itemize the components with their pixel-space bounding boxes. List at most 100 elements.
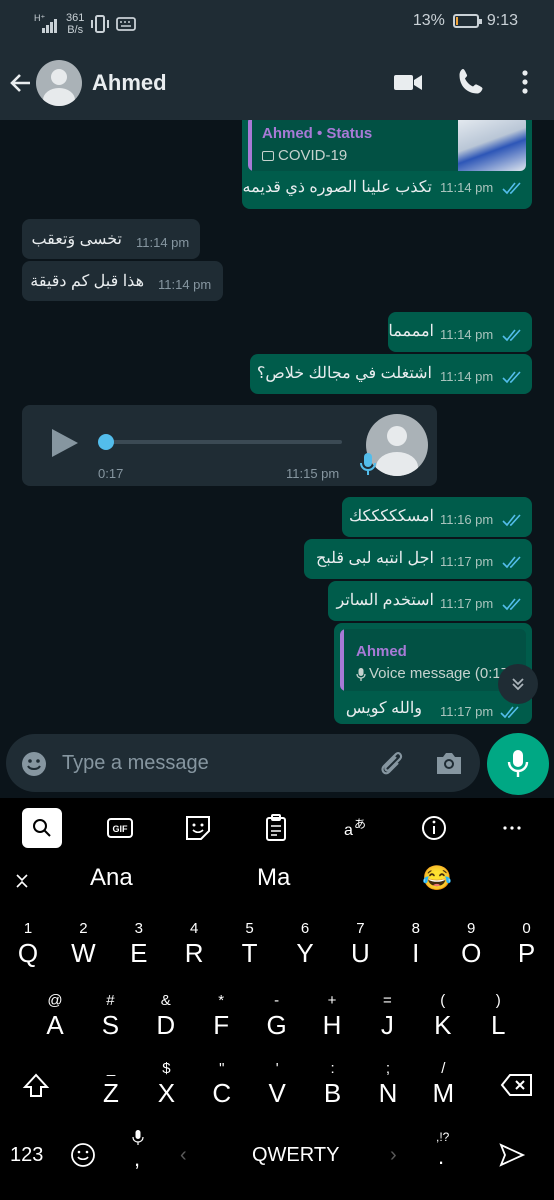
key-i[interactable]: 8I	[389, 920, 443, 980]
search-icon	[33, 819, 51, 837]
period-key[interactable]: .	[438, 1144, 444, 1170]
key-g[interactable]: -G	[250, 992, 304, 1052]
emoji-key-icon[interactable]	[70, 1142, 96, 1168]
quoted-status[interactable]: Ahmed • Status COVID-19	[248, 120, 526, 171]
message-bubble[interactable]: اجل انتبه لبى قلبح 11:17 pm	[304, 539, 532, 579]
key-r[interactable]: 4R	[167, 920, 221, 980]
message-bubble[interactable]: امسكككككك 11:16 pm	[342, 497, 532, 537]
collapse-suggestions-icon[interactable]	[14, 872, 32, 890]
quote-text: COVID-19	[278, 147, 348, 164]
more-icon[interactable]	[492, 808, 532, 848]
key-e[interactable]: 3E	[112, 920, 166, 980]
key-w[interactable]: 2W	[56, 920, 110, 980]
key-secondary-label: -	[274, 992, 280, 1009]
send-icon[interactable]	[498, 1142, 526, 1168]
video-call-icon[interactable]	[392, 66, 424, 98]
message-bubble[interactable]: هذا قبل كم دقيقة 11:14 pm	[22, 261, 223, 301]
scroll-to-bottom-button[interactable]	[498, 664, 538, 704]
voice-call-icon[interactable]	[455, 66, 487, 98]
key-secondary-label: =	[383, 992, 392, 1009]
key-f[interactable]: * F	[194, 992, 248, 1052]
shift-icon[interactable]	[20, 1070, 52, 1102]
voice-input-icon[interactable]	[132, 1130, 144, 1146]
key-l[interactable]: ) L	[471, 992, 525, 1052]
key-n[interactable]: ; N	[361, 1060, 415, 1120]
key-s[interactable]: # S	[83, 992, 137, 1052]
message-bubble[interactable]: تخسى وَتعقب 11:14 pm	[22, 219, 200, 259]
suggestion-2[interactable]: Ma	[257, 864, 290, 892]
message-text: امسكككككك	[349, 508, 434, 525]
key-secondary-label: +	[327, 992, 337, 1009]
more-options-icon[interactable]	[509, 66, 541, 98]
quote-author: Ahmed	[356, 643, 407, 660]
key-j[interactable]: = J	[360, 992, 414, 1052]
message-bubble[interactable]: اشتغلت في مجالك خلاص؟ 11:14 pm	[250, 354, 532, 394]
contact-name[interactable]: Ahmed	[92, 70, 167, 96]
key-q[interactable]: 1Q	[1, 920, 55, 980]
key-secondary-label: _	[106, 1060, 116, 1077]
key-h[interactable]: + H	[305, 992, 359, 1052]
back-arrow-icon[interactable]	[8, 70, 34, 96]
emoji-icon[interactable]	[20, 750, 48, 778]
quote-author: Ahmed • Status	[262, 125, 373, 142]
suggestion-1[interactable]: Ana	[90, 864, 133, 892]
message-bubble[interactable]: Ahmed • Status COVID-19 تكذب علينا الصور…	[242, 120, 532, 209]
key-primary-label: P	[517, 938, 536, 968]
key-k[interactable]: (K	[416, 992, 470, 1052]
suggestion-emoji[interactable]: 😂	[422, 864, 452, 893]
key-c[interactable]: " C	[195, 1060, 249, 1120]
key-primary-label: E	[130, 938, 148, 968]
double-chevron-down-icon	[512, 678, 524, 691]
backspace-icon[interactable]	[500, 1072, 534, 1098]
message-time: 11:14 pm	[440, 327, 494, 342]
svg-text:a: a	[344, 822, 353, 839]
sticker-icon[interactable]	[178, 808, 218, 848]
comma-key[interactable]: ,	[134, 1146, 140, 1172]
key-o[interactable]: 9O	[444, 920, 498, 980]
voice-progress-handle[interactable]	[98, 434, 114, 450]
chat-area[interactable]: Ahmed • Status COVID-19 تكذب علينا الصور…	[0, 120, 554, 728]
keyboard: GIF aあ Ana Ma 😂 1Q2W3E4R5T6Y7U8I9O0P @ A #…	[0, 798, 554, 1200]
numbers-key[interactable]: 123	[10, 1144, 43, 1167]
attach-icon[interactable]	[376, 748, 406, 778]
key-x[interactable]: $ X	[139, 1060, 193, 1120]
key-y[interactable]: 6Y	[278, 920, 332, 980]
key-v[interactable]: ' V	[250, 1060, 304, 1120]
key-b[interactable]: :B	[306, 1060, 360, 1120]
key-m[interactable]: / M	[416, 1060, 470, 1120]
key-primary-label: C	[212, 1078, 232, 1108]
voice-record-button[interactable]	[487, 733, 549, 795]
key-secondary-label: ;	[385, 1060, 391, 1077]
message-text: استخدم الساتر	[336, 592, 434, 609]
key-a[interactable]: @ A	[28, 992, 82, 1052]
kb-search-button[interactable]	[22, 808, 62, 848]
cursor-left-icon[interactable]: ‹	[180, 1144, 187, 1167]
message-time: 11:16 pm	[440, 512, 494, 527]
voice-message-bubble[interactable]: 0:17 11:15 pm	[22, 405, 437, 486]
voice-progress-track[interactable]	[102, 440, 342, 444]
cursor-right-icon[interactable]: ›	[390, 1144, 397, 1167]
play-icon[interactable]	[52, 429, 78, 457]
key-p[interactable]: 0P	[500, 920, 554, 980]
avatar[interactable]	[36, 60, 82, 106]
clipboard-icon[interactable]	[256, 808, 296, 848]
gif-icon[interactable]: GIF	[100, 808, 140, 848]
key-u[interactable]: 7U	[333, 920, 387, 980]
message-bubble[interactable]: استخدم الساتر 11:17 pm	[328, 581, 532, 621]
key-primary-label: W	[71, 938, 96, 968]
translate-icon[interactable]: aあ	[334, 808, 374, 848]
mic-icon	[507, 750, 529, 777]
key-z[interactable]: _ Z	[84, 1060, 138, 1120]
key-t[interactable]: 5T	[223, 920, 277, 980]
battery-percent: 13%	[412, 12, 445, 29]
message-input[interactable]	[62, 748, 362, 778]
key-secondary-label: 9	[467, 920, 476, 937]
key-primary-label: T	[241, 938, 258, 968]
info-icon[interactable]	[414, 808, 454, 848]
camera-icon[interactable]	[434, 749, 464, 777]
key-d[interactable]: & D	[139, 992, 193, 1052]
voice-duration: 0:17	[98, 466, 124, 481]
key-secondary-label: 5	[245, 920, 254, 937]
message-bubble[interactable]: امممما 11:14 pm	[388, 312, 532, 352]
space-key[interactable]: QWERTY	[252, 1144, 339, 1167]
